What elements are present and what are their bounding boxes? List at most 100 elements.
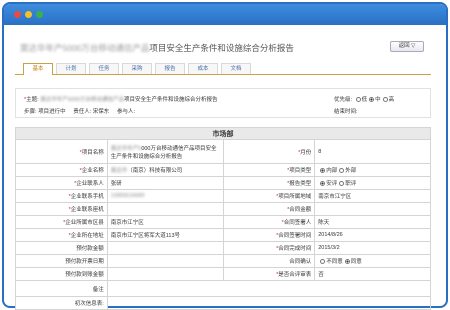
form-row: *企业所在地址 南京市江宁区将军大道113号 *合同签署时间 2014/8/26 — [15, 228, 431, 242]
redacted-text: 莫达华年产5 — [110, 145, 142, 152]
field-label-text: 合同金额 — [289, 207, 312, 213]
redacted-text: 13955516689 — [110, 193, 145, 199]
option-radio-0[interactable] — [320, 168, 326, 173]
owner-label: 责任人: — [73, 109, 92, 115]
field-value[interactable] — [106, 254, 224, 268]
field-label-text: 合同完成时间 — [278, 246, 312, 252]
remark-value[interactable] — [106, 280, 432, 297]
form-row: *企业所属市区县 南京市江宁区 *合同签署人 陈天 — [15, 215, 431, 229]
priority-radio-1[interactable] — [369, 97, 375, 102]
option-radio-0[interactable] — [320, 259, 326, 264]
steps-value: 项目进行中 — [38, 109, 66, 115]
back-button[interactable]: 返回 ▽ — [390, 41, 424, 52]
field-value[interactable]: 张研 — [106, 176, 224, 190]
priority-option-label: 中 — [375, 97, 381, 103]
field-label: 预付款开票日期 — [15, 254, 108, 268]
remark-label: 备注 — [15, 280, 108, 297]
steps-label: 步骤: — [24, 109, 37, 115]
field-label-text: 预付款金额 — [76, 246, 104, 252]
initial-info-value[interactable] — [106, 296, 432, 310]
field-label-text: 企业名称 — [81, 168, 104, 174]
field-value[interactable]: 2015/3/2 — [314, 241, 431, 255]
tab-4[interactable]: 报告 — [155, 63, 185, 74]
field-value[interactable]: 2014/8/26 — [314, 228, 431, 242]
field-value[interactable]: 8 — [314, 139, 431, 164]
field-value[interactable] — [106, 202, 224, 216]
field-value-text: 8 — [318, 148, 322, 155]
field-value-text: 否 — [318, 272, 324, 278]
field-label-text: 报告类型 — [289, 181, 312, 187]
field-value-text: 张研 — [110, 181, 122, 187]
field-value[interactable]: 南京市江宁区 — [314, 189, 431, 203]
field-value[interactable] — [106, 241, 224, 255]
field-value[interactable]: 13955516689 — [106, 189, 224, 203]
field-label-text: 企业所属市区县 — [65, 220, 104, 226]
field-value[interactable]: 陈天 — [314, 215, 431, 229]
field-label: *项目类型 — [222, 163, 316, 177]
tab-5[interactable]: 成本 — [188, 63, 218, 74]
field-label-text: 是否合评审表 — [278, 272, 312, 278]
field-label: 预付款金额 — [15, 241, 108, 255]
tab-2[interactable]: 任务 — [89, 63, 119, 74]
priority-option-label: 低 — [361, 97, 368, 103]
field-value[interactable]: 莫达华（南京）科技有限公司 — [106, 163, 224, 177]
field-value-text: 南京市江宁区 — [318, 194, 352, 200]
field-value[interactable]: 不同意 同意 — [314, 254, 431, 268]
option-label: 内部 — [326, 168, 338, 174]
subject-redacted: 莫达华年产5000万台移动通信产品 — [40, 97, 124, 103]
field-label: *月份 — [222, 139, 316, 164]
field-value[interactable]: 内部 外部 — [314, 163, 431, 177]
priority-radio-0[interactable] — [355, 97, 361, 102]
field-label-text: 预付款到账金额 — [65, 272, 104, 278]
field-label-text: 企业所在地址 — [70, 233, 104, 239]
field-value[interactable] — [106, 267, 224, 281]
tab-1[interactable]: 计划 — [56, 63, 86, 74]
page-header: 莫达华年产5000万台移动通信产品项目安全生产条件和设施综合分析报告 返回 ▽ — [4, 25, 446, 63]
field-label-text: 企业联系座机 — [70, 207, 104, 213]
field-label: *企业所在地址 — [15, 228, 108, 242]
field-value-text: 陈天 — [318, 220, 330, 226]
field-label-text: 合同签署人 — [283, 220, 312, 226]
field-value[interactable]: 安评 职评 — [314, 176, 431, 190]
minimize-window-button[interactable] — [25, 11, 32, 18]
field-value-text: 南京市江宁区 — [110, 220, 144, 226]
option-radio-1[interactable] — [339, 181, 345, 186]
field-label: *合同完成时间 — [222, 241, 316, 255]
field-label: *合同金额 — [222, 202, 316, 216]
form-row: *企业联系手机 13955516689 *项目所属地域 南京市江宁区 — [15, 189, 431, 203]
field-label-text: 合同确认 — [289, 259, 312, 265]
steps-row: 步骤: 项目进行中 责任人: 宋保东 参与人: — [24, 107, 135, 115]
field-label: 预付款到账金额 — [15, 267, 108, 281]
option-radio-0[interactable] — [320, 181, 326, 186]
option-label: 安评 — [326, 181, 338, 187]
task-info-box: *主题: 莫达华年产5000万台移动通信产品项目安全生产条件和设施综合分析报告 … — [15, 88, 431, 118]
priority-radio-2[interactable] — [382, 97, 388, 102]
field-label: *企业联系手机 — [15, 189, 108, 203]
section-title: 市场部 — [15, 127, 431, 140]
field-label: *合同签署时间 — [222, 228, 316, 242]
initial-info-label: 初次信息表: — [15, 296, 108, 310]
page-title-text: 项目安全生产条件和设施综合分析报告 — [149, 43, 294, 53]
tab-3[interactable]: 采购 — [122, 63, 152, 74]
tab-6[interactable]: 文档 — [221, 63, 251, 74]
end-time-label: 结束时间: — [334, 109, 358, 115]
field-label: *是否合评审表 — [222, 267, 316, 281]
field-value[interactable]: 否 — [314, 267, 431, 281]
maximize-window-button[interactable] — [36, 11, 43, 18]
field-value-text: 2014/8/26 — [318, 232, 343, 238]
field-label-text: 项目名称 — [81, 149, 104, 156]
field-value[interactable]: 南京市江宁区将军大道113号 — [106, 228, 224, 242]
field-label-text: 企业联系手机 — [70, 194, 104, 200]
field-value[interactable]: 莫达华年产5000万台移动通信产品项目安全生产条件和设施综合分析报告 — [106, 139, 224, 164]
tab-0[interactable]: 基本 — [23, 63, 53, 75]
close-window-button[interactable] — [14, 11, 21, 18]
field-value[interactable]: 南京市江宁区 — [106, 215, 224, 229]
field-value[interactable] — [314, 202, 431, 216]
option-radio-1[interactable] — [339, 168, 345, 173]
field-label-text: 项目所属地域 — [278, 194, 312, 200]
field-label: *项目所属地域 — [222, 189, 316, 203]
option-radio-1[interactable] — [344, 259, 350, 264]
field-label: 合同确认 — [222, 254, 316, 268]
field-label: *企业联系座机 — [15, 202, 108, 216]
priority-group: 优先级: 低 中 高 — [334, 95, 394, 103]
